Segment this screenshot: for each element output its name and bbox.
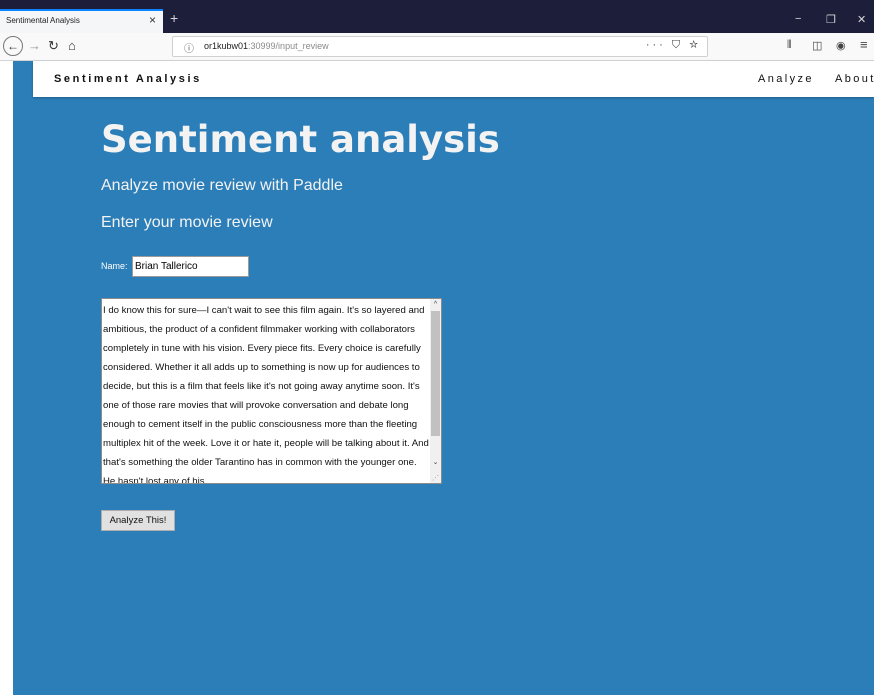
analyze-button[interactable]: Analyze This! (101, 510, 175, 531)
review-text[interactable]: I do know this for sure—I can't wait to … (103, 301, 430, 483)
new-tab-button[interactable]: + (170, 10, 178, 26)
form-heading: Enter your movie review (101, 214, 273, 231)
nav-link-about[interactable]: About (835, 73, 874, 85)
reload-icon[interactable]: ↻ (48, 38, 59, 54)
review-scrollbar[interactable]: ^ ⌄ ⋰ (430, 299, 441, 483)
tab-title: Sentimental Analysis (6, 16, 80, 25)
tab-close-icon[interactable]: × (149, 13, 156, 27)
restore-icon[interactable]: ❐ (826, 13, 836, 26)
library-icon[interactable]: ⫴ (787, 39, 792, 52)
browser-tab[interactable]: Sentimental Analysis × (0, 9, 163, 33)
browser-tab-strip: Sentimental Analysis × + − ❐ ✕ (0, 0, 874, 33)
scroll-thumb[interactable] (431, 311, 440, 436)
page-viewport: Sentiment Analysis Analyze About Sentime… (0, 61, 874, 695)
browser-toolbar: ← → ↻ ⌂ ⓘ or1kubw01:30999/input_review ·… (0, 33, 874, 61)
scroll-down-icon[interactable]: ⌄ (430, 457, 441, 468)
review-textarea[interactable]: I do know this for sure—I can't wait to … (101, 298, 442, 484)
name-label: Name: (101, 261, 128, 271)
sidebar-icon[interactable]: ◫ (812, 39, 822, 52)
menu-icon[interactable]: ≡ (860, 37, 868, 52)
scroll-up-icon[interactable]: ^ (430, 299, 441, 310)
page-subtitle: Analyze movie review with Paddle (101, 177, 343, 194)
nav-link-analyze[interactable]: Analyze (758, 73, 814, 85)
site-info-icon[interactable]: ⓘ (184, 40, 194, 55)
name-input[interactable] (132, 256, 249, 277)
url-path: :30999/input_review (248, 41, 329, 51)
page-title: Sentiment analysis (101, 118, 500, 161)
page-actions-icons[interactable]: ··· ⛉ ☆ (646, 39, 701, 52)
minimize-icon[interactable]: − (795, 13, 801, 25)
back-icon[interactable]: ← (3, 36, 23, 56)
site-brand[interactable]: Sentiment Analysis (54, 73, 202, 85)
url-host: or1kubw01 (204, 41, 249, 51)
close-window-icon[interactable]: ✕ (857, 13, 866, 26)
account-icon[interactable]: ◉ (836, 39, 846, 52)
forward-icon[interactable]: → (28, 38, 41, 53)
home-icon[interactable]: ⌂ (68, 38, 76, 53)
address-bar[interactable]: ⓘ or1kubw01:30999/input_review ··· ⛉ ☆ (172, 36, 708, 57)
site-navbar: Sentiment Analysis Analyze About (33, 61, 874, 97)
url-text[interactable]: or1kubw01:30999/input_review (204, 41, 329, 51)
resize-grip-icon[interactable]: ⋰ (430, 473, 441, 483)
